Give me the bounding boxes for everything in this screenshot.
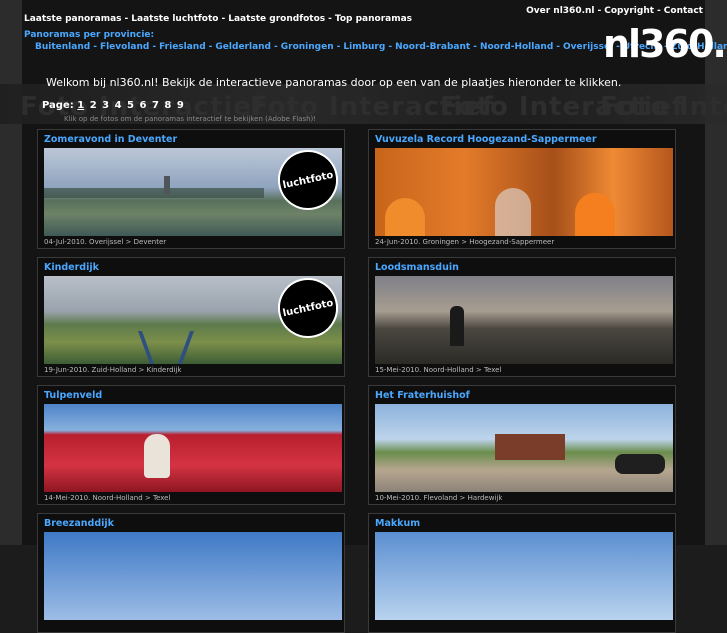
flash-hint: Klik op de fotos om de panoramas interac… — [64, 115, 317, 123]
nav-copyright[interactable]: Copyright — [604, 6, 654, 16]
panorama-card: Kinderdijk luchtfoto 19-Jun-2010. Zuid-H… — [37, 257, 345, 377]
panorama-meta: 04-Jul-2010. Overijssel > Deventer — [44, 238, 167, 246]
panorama-title[interactable]: Tulpenveld — [44, 390, 102, 401]
panorama-card: Zomeravond in Deventer luchtfoto 04-Jul-… — [37, 129, 345, 249]
panorama-card: Het Fraterhuishof 10-Mei-2010. Flevoland… — [368, 385, 676, 505]
luchtfoto-badge: luchtfoto — [272, 148, 342, 216]
province-link[interactable]: Noord-Brabant — [395, 42, 470, 52]
panorama-title[interactable]: Kinderdijk — [44, 262, 99, 273]
panorama-meta: 14-Mei-2010. Noord-Holland > Texel — [44, 494, 171, 502]
top-right-nav: Over nl360.nl - Copyright - Contact — [526, 6, 703, 16]
panorama-title[interactable]: Makkum — [375, 518, 420, 529]
panorama-thumbnail[interactable] — [44, 404, 342, 492]
luchtfoto-badge: luchtfoto — [272, 276, 342, 344]
nav-over[interactable]: Over nl360.nl — [526, 6, 594, 16]
watermark-text: Foto Interactief — [600, 92, 727, 122]
page-link[interactable]: 5 — [127, 100, 134, 111]
nav-laatste-panoramas[interactable]: Laatste panoramas — [24, 14, 122, 24]
left-margin — [0, 0, 22, 545]
top-nav: Laatste panoramas - Laatste luchtfoto - Laat… — [24, 14, 413, 24]
panorama-meta: 19-Jun-2010. Zuid-Holland > Kinderdijk — [44, 366, 182, 374]
panorama-card: Vuvuzela Record Hoogezand-Sappermeer 24-… — [368, 129, 676, 249]
panorama-thumbnail[interactable]: luchtfoto — [44, 148, 342, 236]
panorama-card: Breezanddijk — [37, 513, 345, 633]
panorama-meta: 15-Mei-2010. Noord-Holland > Texel — [375, 366, 502, 374]
pagination-label: Page: — [42, 100, 74, 111]
province-link[interactable]: Limburg — [343, 42, 385, 52]
page-link[interactable]: 8 — [164, 100, 171, 111]
province-link[interactable]: Buitenland — [35, 42, 90, 52]
panorama-title[interactable]: Breezanddijk — [44, 518, 114, 529]
panorama-thumbnail[interactable] — [44, 532, 342, 620]
panorama-thumbnail[interactable] — [375, 148, 673, 236]
welcome-text: Welkom bij nl360.nl! Bekijk de interacti… — [46, 76, 622, 89]
panorama-thumbnail[interactable] — [375, 404, 673, 492]
provinces-title: Panoramas per provincie: — [24, 30, 155, 40]
page-link[interactable]: 7 — [152, 100, 159, 111]
province-link[interactable]: Friesland — [159, 42, 206, 52]
panorama-title[interactable]: Zomeravond in Deventer — [44, 134, 177, 145]
panorama-meta: 24-Jun-2010. Groningen > Hoogezand-Sappe… — [375, 238, 555, 246]
nav-top-panoramas[interactable]: Top panoramas — [335, 14, 412, 24]
page-link[interactable]: 4 — [115, 100, 122, 111]
panorama-card: Makkum — [368, 513, 676, 633]
page-link[interactable]: 3 — [102, 100, 109, 111]
panorama-thumbnail[interactable] — [375, 276, 673, 364]
panorama-meta: 10-Mei-2010. Flevoland > Hardewijk — [375, 494, 503, 502]
panorama-title[interactable]: Het Fraterhuishof — [375, 390, 470, 401]
page-link[interactable]: 9 — [177, 100, 184, 111]
panorama-thumbnail[interactable]: luchtfoto — [44, 276, 342, 364]
panorama-title[interactable]: Vuvuzela Record Hoogezand-Sappermeer — [375, 134, 597, 145]
province-link[interactable]: Gelderland — [215, 42, 271, 52]
panorama-card: Loodsmansduin 15-Mei-2010. Noord-Holland… — [368, 257, 676, 377]
logo-text: nl360.nl — [603, 22, 727, 66]
page-link[interactable]: 6 — [140, 100, 147, 111]
nav-contact[interactable]: Contact — [664, 6, 703, 16]
province-link[interactable]: Flevoland — [100, 42, 149, 52]
province-link[interactable]: Groningen — [281, 42, 334, 52]
nav-laatste-grondfotos[interactable]: Laatste grondfotos — [228, 14, 325, 24]
page-link[interactable]: 2 — [90, 100, 97, 111]
nav-laatste-luchtfoto[interactable]: Laatste luchtfoto — [131, 14, 218, 24]
pagination: Page: 1 2 3 4 5 6 7 8 9 — [42, 100, 186, 111]
province-link[interactable]: Noord-Holland — [480, 42, 553, 52]
page-link[interactable]: 1 — [77, 100, 84, 111]
panorama-thumbnail[interactable] — [375, 532, 673, 620]
panorama-card: Tulpenveld 14-Mei-2010. Noord-Holland > … — [37, 385, 345, 505]
panorama-title[interactable]: Loodsmansduin — [375, 262, 459, 273]
